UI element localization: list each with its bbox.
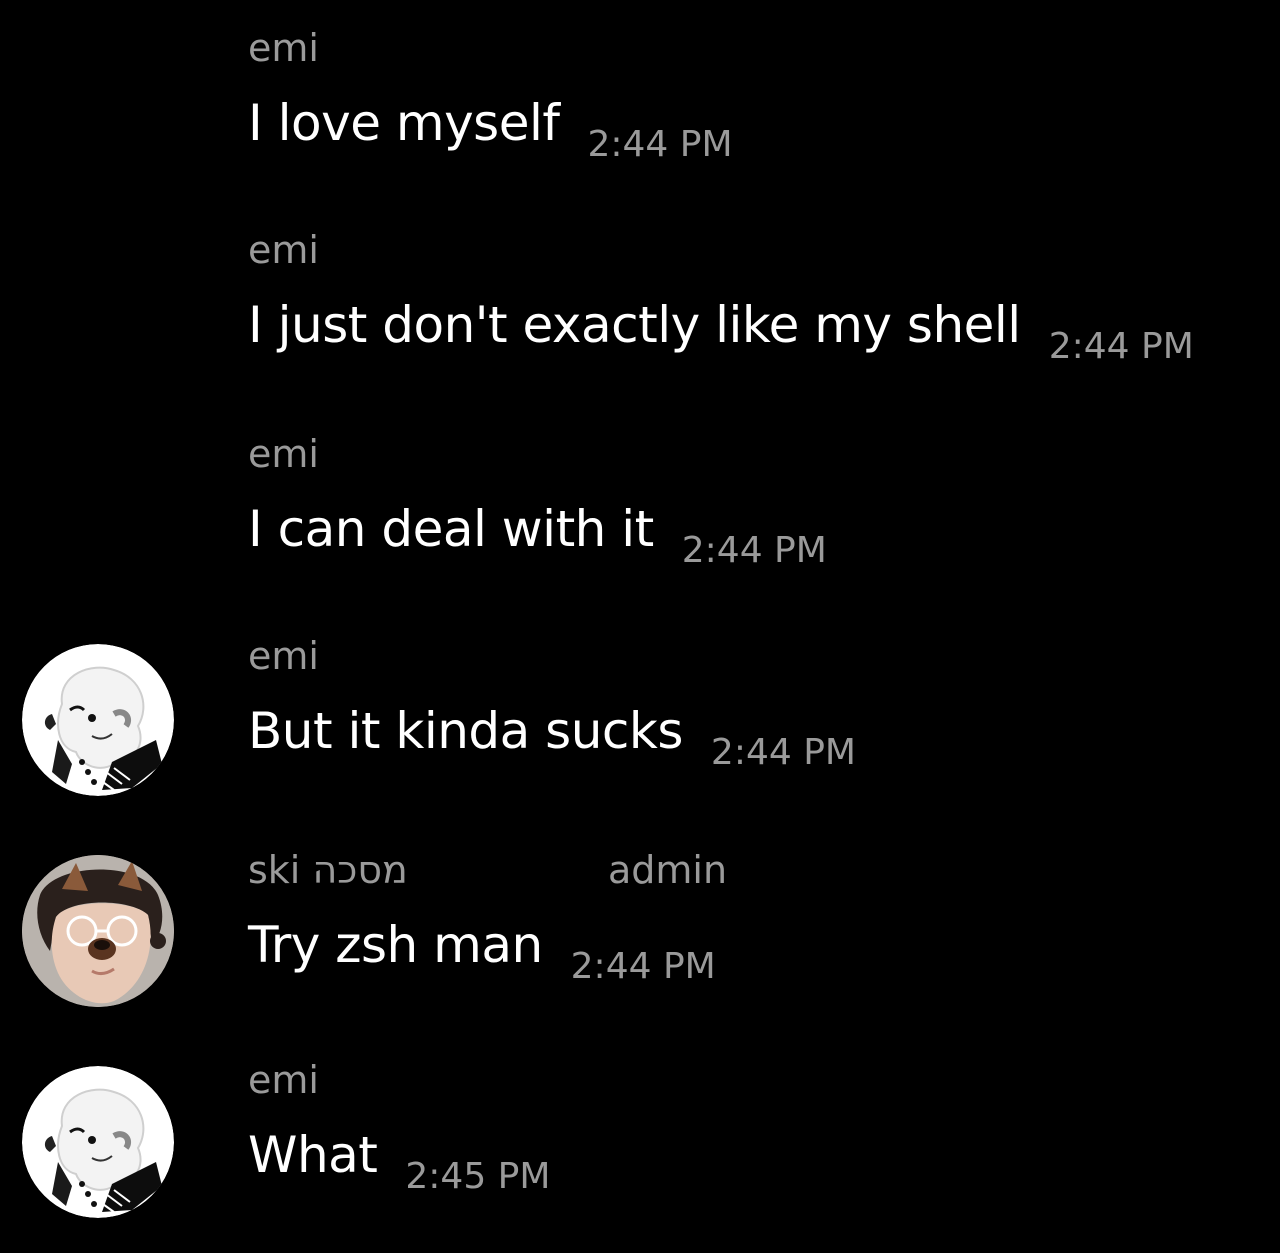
message-timestamp: 2:44 PM (570, 946, 716, 987)
message-timestamp: 2:45 PM (405, 1156, 551, 1197)
message-line: But it kinda sucks 2:44 PM (248, 700, 856, 773)
admin-badge: admin (608, 848, 728, 892)
ski-avatar[interactable] (22, 855, 174, 1007)
message-text: Try zsh man (248, 916, 543, 974)
message-author[interactable]: ski מסכה (248, 846, 408, 894)
message-timestamp: 2:44 PM (1048, 326, 1194, 367)
message-text: What (248, 1126, 378, 1184)
message-timestamp: 2:44 PM (710, 732, 856, 773)
ski-avatar-image (22, 855, 174, 1007)
message-timestamp: 2:44 PM (681, 530, 827, 571)
message-author[interactable]: emi (248, 430, 319, 478)
emi-avatar-image (22, 1066, 174, 1218)
message-text: But it kinda sucks (248, 702, 683, 760)
message-line: What 2:45 PM (248, 1124, 550, 1197)
emi-avatar[interactable] (22, 644, 174, 796)
message-author[interactable]: emi (248, 632, 319, 680)
message-text: I love myself (248, 94, 560, 152)
emi-avatar[interactable] (22, 1066, 174, 1218)
emi-avatar-image (22, 644, 174, 796)
message-author[interactable]: emi (248, 24, 319, 72)
message-author[interactable]: emi (248, 226, 319, 274)
message-text: I can deal with it (248, 500, 654, 558)
message-line: I love myself 2:44 PM (248, 92, 733, 165)
message-timestamp: 2:44 PM (587, 124, 733, 165)
message-line: I just don't exactly like my shell 2:44 P… (248, 294, 1194, 367)
message-line: I can deal with it 2:44 PM (248, 498, 827, 571)
message-text: I just don't exactly like my shell (248, 296, 1021, 354)
message-line: Try zsh man 2:44 PM (248, 914, 716, 987)
message-author[interactable]: emi (248, 1056, 319, 1104)
